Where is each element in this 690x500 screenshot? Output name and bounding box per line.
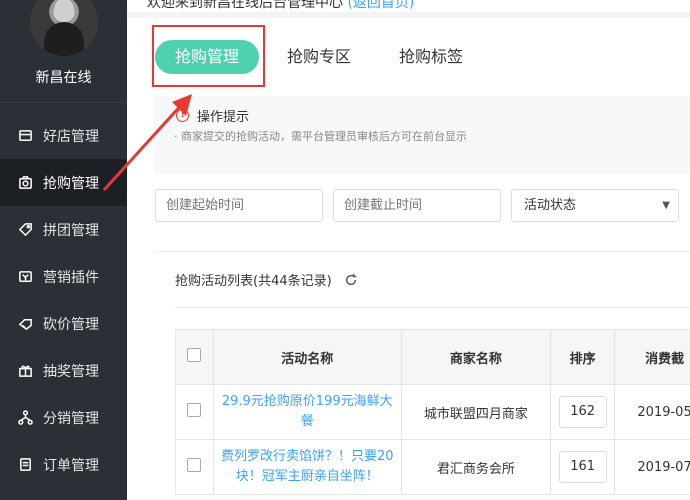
- select-all-checkbox[interactable]: [187, 348, 202, 362]
- table-row: 费列罗改行卖馅饼？！只要20块！冠军主厨亲自坐阵！ 君汇商务会所 161 201…: [175, 439, 690, 495]
- tab-flash-sale-zone[interactable]: 抢购专区: [267, 40, 371, 74]
- avatar[interactable]: [30, 0, 98, 56]
- sidebar-item-label: 抽奖管理: [43, 363, 99, 380]
- status-select[interactable]: 活动状态 ▼: [511, 189, 679, 222]
- list-title: 抢购活动列表(共44条记录): [175, 274, 332, 289]
- operation-tip: ! 操作提示 · 商家提交的抢购活动，需平台管理员审核后方可在前台显示: [154, 96, 690, 174]
- end-time-input[interactable]: [333, 189, 501, 222]
- profile: 新昌在线: [0, 0, 127, 103]
- top-bar: 欢迎来到新昌在线后台管理中心 (返回首页): [127, 0, 690, 12]
- sidebar-item-bargain[interactable]: 砍价管理: [0, 300, 127, 347]
- sort-input[interactable]: 162: [558, 396, 607, 428]
- sidebar-item-orders[interactable]: 订单管理: [0, 441, 127, 488]
- consume-date: 2019-07: [614, 439, 690, 495]
- activity-name-link[interactable]: 29.9元抢购原价199元海鲜大餐: [212, 384, 402, 440]
- sidebar-item-distribution[interactable]: 分销管理: [0, 394, 127, 441]
- column-header: 活动名称: [212, 329, 402, 385]
- sidebar-item-group-buy[interactable]: 拼团管理: [0, 206, 127, 253]
- column-header: 商家名称: [400, 329, 552, 385]
- table-header-row: 活动名称 商家名称 排序 消费截: [175, 329, 690, 385]
- sidebar-item-label: 订单管理: [43, 457, 99, 474]
- table-row: 29.9元抢购原价199元海鲜大餐 城市联盟四月商家 162 2019-05: [175, 384, 690, 440]
- activity-name-link[interactable]: 费列罗改行卖馅饼？！只要20块！冠军主厨亲自坐阵！: [212, 439, 402, 495]
- tip-description: · 商家提交的抢购活动，需平台管理员审核后方可在前台显示: [174, 130, 467, 143]
- activity-list: 抢购活动列表(共44条记录) 活动名称 商家名称 排序 消费截 29.9元抢购原…: [155, 251, 690, 500]
- caret-down-icon: ▼: [662, 200, 670, 211]
- column-header: 消费截: [614, 329, 690, 385]
- merchant-name: 君汇商务会所: [400, 439, 552, 495]
- sidebar-item-label: 分销管理: [43, 410, 99, 427]
- start-time-input[interactable]: [155, 189, 323, 222]
- merchant-name: 城市联盟四月商家: [400, 384, 552, 440]
- refresh-icon[interactable]: [344, 273, 358, 287]
- bargain-icon: [17, 316, 33, 332]
- tip-title: 操作提示: [197, 110, 250, 125]
- plugin-icon: [17, 269, 33, 285]
- sidebar-nav: 好店管理 抢购管理 拼团管理 营销插件 砍价管理 抽奖管理 分销管理 订单管理: [0, 112, 127, 488]
- shop-icon: [17, 128, 33, 144]
- order-icon: [17, 457, 33, 473]
- welcome-text: 欢迎来到新昌在线后台管理中心: [147, 0, 343, 11]
- status-select-label: 活动状态: [524, 198, 577, 213]
- back-home-link[interactable]: (返回首页): [347, 0, 414, 11]
- gift-icon: [17, 363, 33, 379]
- column-header: 排序: [550, 329, 616, 385]
- sidebar-item-marketing[interactable]: 营销插件: [0, 253, 127, 300]
- sidebar-item-label: 拼团管理: [43, 222, 99, 239]
- filter-bar: 活动状态 ▼: [155, 189, 679, 222]
- sidebar: 新昌在线 好店管理 抢购管理 拼团管理 营销插件 砍价管理 抽奖管理 分销管理 …: [0, 0, 127, 500]
- sidebar-item-label: 好店管理: [43, 128, 99, 145]
- activity-table: 活动名称 商家名称 排序 消费截 29.9元抢购原价199元海鲜大餐 城市联盟四…: [175, 329, 690, 495]
- consume-date: 2019-05: [614, 384, 690, 440]
- tag-icon: [17, 222, 33, 238]
- tab-flash-sale-management[interactable]: 抢购管理: [155, 40, 260, 74]
- distribution-icon: [17, 410, 33, 426]
- sidebar-item-flash-sale[interactable]: 抢购管理: [0, 159, 127, 206]
- row-checkbox[interactable]: [187, 403, 202, 417]
- sidebar-item-label: 营销插件: [43, 269, 99, 286]
- tab-flash-sale-tags[interactable]: 抢购标签: [379, 40, 483, 74]
- flash-sale-icon: [17, 175, 33, 191]
- sort-input[interactable]: 161: [558, 451, 607, 483]
- row-checkbox[interactable]: [187, 458, 202, 472]
- alert-icon: !: [176, 109, 189, 122]
- main-content: 抢购管理 抢购专区 抢购标签 ! 操作提示 · 商家提交的抢购活动，需平台管理员…: [127, 18, 690, 500]
- sidebar-item-label: 抢购管理: [43, 175, 99, 192]
- tab-bar: 抢购管理 抢购专区 抢购标签: [155, 40, 491, 74]
- shop-name: 新昌在线: [35, 70, 92, 86]
- sidebar-item-label: 砍价管理: [43, 316, 99, 333]
- sidebar-item-shop[interactable]: 好店管理: [0, 112, 127, 159]
- sidebar-item-lottery[interactable]: 抽奖管理: [0, 347, 127, 394]
